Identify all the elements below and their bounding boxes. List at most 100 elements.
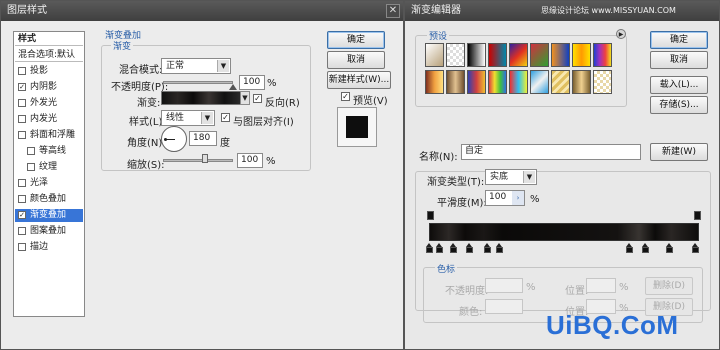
save-button[interactable]: 存储(S)... [650, 96, 708, 114]
preset-swatch[interactable] [572, 43, 591, 67]
color-stop-icon[interactable] [666, 243, 673, 253]
stop-location-input[interactable] [586, 278, 616, 293]
gradient-swatch[interactable] [161, 91, 241, 105]
style-checkbox[interactable]: ✓ [18, 211, 26, 219]
color-stop-icon[interactable] [692, 243, 699, 253]
slider-thumb-icon[interactable] [229, 84, 237, 90]
preview-checkbox[interactable]: ✓ [341, 92, 350, 101]
opacity-slider[interactable] [163, 81, 233, 84]
preset-swatch[interactable] [467, 43, 486, 67]
scale-input[interactable]: 100 [237, 153, 263, 168]
slider-thumb-icon[interactable] [202, 154, 208, 163]
new-style-button[interactable]: 新建样式(W)... [327, 71, 391, 89]
preset-swatch[interactable] [425, 43, 444, 67]
preset-swatch[interactable] [551, 43, 570, 67]
color-stop-icon[interactable] [466, 243, 473, 253]
style-select[interactable]: 线性 ▼ [161, 110, 215, 126]
preset-swatch[interactable] [551, 70, 570, 94]
stop-opacity-input[interactable] [485, 278, 523, 293]
opacity-stop-icon[interactable] [427, 211, 434, 220]
style-checkbox[interactable] [18, 195, 26, 203]
angle-dial-icon[interactable] [161, 126, 187, 152]
preset-swatch[interactable] [488, 70, 507, 94]
style-item[interactable]: 等高线 [15, 145, 83, 158]
preset-swatch[interactable] [446, 43, 465, 67]
style-item[interactable]: 外发光 [15, 97, 83, 110]
smooth-input[interactable]: 100 › [485, 190, 525, 206]
style-value: 线性 [166, 113, 185, 123]
style-item[interactable]: ✓ 渐变叠加 [15, 209, 83, 222]
style-item[interactable]: ✓ 内阴影 [15, 81, 83, 94]
options-arrow-icon[interactable]: ▶ [616, 29, 626, 39]
color-stop-icon[interactable] [436, 243, 443, 253]
type-select[interactable]: 实底 ▼ [485, 169, 537, 185]
style-checkbox[interactable] [18, 243, 26, 251]
site-watermark: UiBQ.CoM [546, 310, 679, 340]
stop-body [666, 247, 673, 253]
name-input[interactable]: 自定 [461, 144, 641, 160]
style-checkbox[interactable] [18, 99, 26, 107]
cancel-button[interactable]: 取消 [327, 51, 385, 69]
color-stop-icon[interactable] [626, 243, 633, 253]
color-stop-icon[interactable] [642, 243, 649, 253]
color-stop-icon[interactable] [484, 243, 491, 253]
style-checkbox[interactable]: ✓ [18, 83, 26, 91]
align-checkbox[interactable]: ✓ [221, 113, 230, 122]
preset-swatch[interactable] [488, 43, 507, 67]
style-item[interactable]: 内发光 [15, 113, 83, 126]
preset-swatch[interactable] [530, 43, 549, 67]
cancel-button[interactable]: 取消 [650, 51, 708, 69]
style-item[interactable]: 纹理 [15, 161, 83, 174]
new-gradient-button[interactable]: 新建(W) [650, 143, 708, 161]
preset-swatch[interactable] [572, 70, 591, 94]
delete-stop-button[interactable]: 删除(D) [645, 277, 693, 295]
style-checkbox[interactable] [27, 147, 35, 155]
gradient-editor-title: 渐变编辑器 [411, 5, 461, 16]
color-stop-icon[interactable] [496, 243, 503, 253]
stop-body [436, 247, 443, 253]
style-checkbox[interactable] [18, 179, 26, 187]
style-item[interactable]: 描边 [15, 241, 83, 254]
preset-swatch[interactable] [467, 70, 486, 94]
check-icon: ✓ [342, 92, 349, 101]
scale-slider[interactable] [163, 159, 233, 162]
blend-options-item[interactable]: 混合选项:默认 [15, 49, 83, 62]
style-item[interactable]: 图案叠加 [15, 225, 83, 238]
color-stop-icon[interactable] [426, 243, 433, 253]
blend-mode-label: 混合模式: [119, 65, 163, 76]
chevron-right-icon[interactable]: › [512, 191, 524, 205]
load-button[interactable]: 载入(L)... [650, 76, 708, 94]
stop-color-swatch[interactable] [485, 299, 523, 314]
preset-swatch[interactable] [530, 70, 549, 94]
style-item[interactable]: 光泽 [15, 177, 83, 190]
gradient-bar[interactable] [429, 223, 699, 241]
style-checkbox[interactable] [27, 163, 35, 171]
style-item[interactable]: 斜面和浮雕 [15, 129, 83, 142]
style-checkbox[interactable] [18, 227, 26, 235]
color-stop-icon[interactable] [450, 243, 457, 253]
stop-body [496, 247, 503, 253]
reverse-checkbox[interactable]: ✓ [253, 94, 262, 103]
stops-group-title: 色标 [435, 262, 458, 275]
opacity-input[interactable]: 100 [239, 75, 265, 90]
style-checkbox[interactable] [18, 115, 26, 123]
style-item[interactable]: 颜色叠加 [15, 193, 83, 206]
style-checkbox[interactable] [18, 67, 26, 75]
close-icon[interactable]: ✕ [386, 4, 400, 18]
preset-swatch[interactable] [593, 43, 612, 67]
preset-swatch[interactable] [593, 70, 612, 94]
ok-button[interactable]: 确定 [327, 31, 385, 49]
preset-swatch[interactable] [509, 43, 528, 67]
style-checkbox[interactable] [18, 131, 26, 139]
ok-button[interactable]: 确定 [650, 31, 708, 49]
style-item[interactable]: 投影 [15, 65, 83, 78]
opacity-unit: % [267, 78, 277, 89]
preset-swatch[interactable] [425, 70, 444, 94]
gradient-dropdown[interactable]: ▼ [240, 91, 250, 105]
preset-swatch[interactable] [446, 70, 465, 94]
angle-input[interactable]: 180 [189, 131, 217, 146]
blend-mode-select[interactable]: 正常 ▼ [161, 58, 231, 74]
opacity-stop-icon[interactable] [694, 211, 701, 220]
preset-swatch[interactable] [509, 70, 528, 94]
blend-mode-value: 正常 [166, 61, 185, 71]
